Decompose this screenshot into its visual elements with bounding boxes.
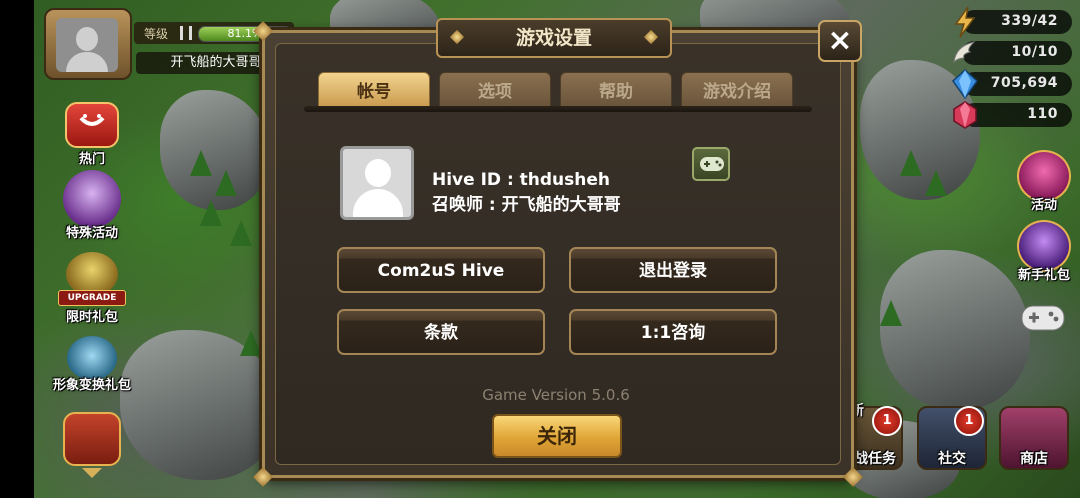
mana-value: 705,694: [990, 75, 1058, 91]
pause-icon: [180, 26, 192, 40]
chevron-down-icon[interactable]: [82, 468, 102, 478]
tab-game-intro[interactable]: 游戏介绍: [681, 72, 793, 108]
bottom-menu-label: 社交: [938, 451, 966, 467]
map-tree: [200, 200, 222, 226]
bottom-menu-social[interactable]: 社交 1: [914, 406, 990, 490]
map-tree: [240, 330, 262, 356]
summoner-name-text: 召唤师 : 开飞船的大哥哥: [432, 195, 621, 215]
left-menu-label: 特殊活动: [65, 226, 118, 241]
crystal-value: 110: [1027, 106, 1058, 122]
player-profile[interactable]: 等级 81.1% 开飞船的大哥哥: [44, 8, 296, 80]
map-tree: [900, 150, 922, 176]
avatar: [56, 18, 118, 72]
energy-value: 339/42: [1001, 13, 1058, 29]
hive-id-text: Hive ID : thdusheh: [432, 170, 611, 190]
player-avatar-frame[interactable]: [44, 8, 132, 80]
mana-crystal-icon: [952, 68, 978, 100]
book-icon: [63, 412, 121, 466]
left-menu-label: 形象变换礼包: [52, 378, 131, 393]
lightning-icon: [954, 6, 976, 38]
right-menu-starter-package[interactable]: 新手礼包: [1008, 220, 1080, 283]
right-menu-label: 新手礼包: [1017, 268, 1070, 283]
resource-crystal[interactable]: 110: [953, 101, 1072, 129]
dialog-title: 游戏设置: [436, 18, 672, 58]
com2us-hive-button[interactable]: Com2uS Hive: [337, 247, 545, 293]
screen-left-edge: [0, 0, 34, 498]
inquiry-button[interactable]: 1:1咨询: [569, 309, 777, 355]
left-menu-more[interactable]: [52, 412, 132, 478]
map-tree: [230, 220, 252, 246]
wing-icon: [953, 41, 976, 64]
resource-wings[interactable]: 10/10: [953, 41, 1072, 65]
map-tree: [925, 170, 947, 196]
left-menu-label: 热门: [78, 152, 105, 167]
upgrade-ribbon: UPGRADE: [58, 290, 126, 306]
map-tree: [880, 300, 902, 326]
tab-help[interactable]: 帮助: [560, 72, 672, 108]
right-menu-event[interactable]: 活动: [1008, 150, 1080, 213]
logout-button[interactable]: 退出登录: [569, 247, 777, 293]
tab-account[interactable]: 帐号: [318, 72, 430, 108]
left-menu-label: 限时礼包: [65, 310, 118, 325]
gamepad-icon[interactable]: [1020, 302, 1066, 334]
game-center-gamepad-icon[interactable]: [692, 147, 730, 181]
notification-badge: 1: [954, 406, 984, 436]
resource-mana[interactable]: 705,694: [952, 68, 1072, 100]
level-label: 等级: [144, 27, 169, 41]
left-menu-hot[interactable]: 热门: [52, 102, 132, 167]
close-x-button[interactable]: ×: [818, 20, 862, 62]
wings-value: 10/10: [1011, 44, 1058, 60]
notification-badge: 1: [872, 406, 902, 436]
tab-divider: [304, 106, 812, 112]
left-menu-costume-package[interactable]: 形象变换礼包: [52, 336, 132, 393]
dialog-title-text: 游戏设置: [515, 27, 592, 49]
resource-energy[interactable]: 339/42: [954, 6, 1072, 38]
character-portrait-icon: [63, 170, 121, 228]
tab-options[interactable]: 选项: [439, 72, 551, 108]
game-version: Game Version 5.0.6: [482, 386, 630, 404]
left-menu-limited-package[interactable]: UPGRADE 限时礼包: [52, 252, 132, 325]
red-crystal-icon: [953, 101, 977, 129]
left-menu-special-event[interactable]: 特殊活动: [52, 170, 132, 241]
close-button[interactable]: 关闭: [492, 414, 622, 458]
bottom-menu-shop[interactable]: 商店: [996, 406, 1072, 490]
bottom-menu-label: 商店: [1020, 451, 1048, 467]
account-avatar: [340, 146, 414, 220]
tv-icon: [65, 102, 119, 148]
right-menu-label: 活动: [1030, 198, 1057, 213]
terms-button[interactable]: 条款: [337, 309, 545, 355]
map-tree: [215, 170, 237, 196]
map-tree: [190, 150, 212, 176]
